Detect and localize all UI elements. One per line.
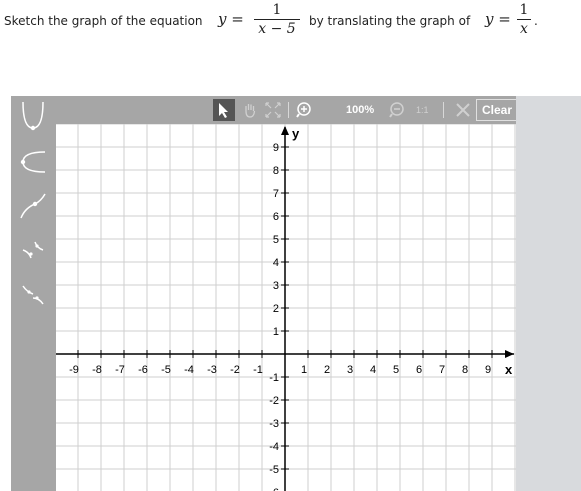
x-tick-label: 2 <box>324 364 330 376</box>
y-tick-label: -6 <box>269 487 279 491</box>
x-axis-label: x <box>505 362 513 377</box>
pan-tool-button[interactable] <box>240 99 260 121</box>
left-tool-palette <box>11 96 56 491</box>
question-text-middle: by translating the graph of <box>309 14 471 28</box>
x-tick-label: -6 <box>138 364 148 376</box>
zoom-level: 100% <box>346 104 375 116</box>
square-root-tool-icon <box>20 193 46 219</box>
y-tick-label: -3 <box>269 418 279 430</box>
clear-button[interactable]: Clear <box>476 99 519 121</box>
zoom-out-icon <box>389 102 404 118</box>
x-tick-label: -3 <box>207 364 217 376</box>
zoom-out-button[interactable] <box>388 99 408 121</box>
x-tick-label: -5 <box>161 364 171 376</box>
fit-arrows-icon <box>265 102 281 118</box>
hyperbola-tool[interactable] <box>15 232 51 268</box>
y-tick-label: 2 <box>273 303 279 315</box>
equation-numerator: 1 <box>272 2 282 18</box>
hyperbola-alt-tool-icon <box>22 285 44 305</box>
parent-numerator: 1 <box>519 2 529 18</box>
arrow-pointer-icon <box>219 103 228 118</box>
x-tick-label: 6 <box>416 364 422 376</box>
y-tick-label: 7 <box>273 188 279 200</box>
coordinate-plane[interactable]: x y -9 -8 -7 -6 -5 -4 -3 -2 -1 1 2 3 4 5 6 7 8 9 9 8 7 6 5 4 3 2 1 -1… <box>56 124 516 491</box>
delete-button[interactable] <box>453 99 473 121</box>
y-axis-label: y <box>292 126 300 141</box>
y-tick-label: -4 <box>269 441 279 453</box>
parent-denominator: x <box>520 21 528 37</box>
x-tick-label: -1 <box>253 364 263 376</box>
parabola-up-tool[interactable] <box>15 98 51 134</box>
x-delete-icon <box>456 103 470 117</box>
toolbar-separator <box>288 102 289 118</box>
y-tick-label: 9 <box>273 142 279 154</box>
y-tick-label: 4 <box>273 257 279 269</box>
equation-lhs: y = <box>218 10 244 28</box>
y-tick-label: 8 <box>273 165 279 177</box>
x-tick-label: -7 <box>115 364 125 376</box>
x-tick-label: 8 <box>462 364 468 376</box>
x-tick-label: -2 <box>230 364 240 376</box>
y-tick-label: 5 <box>273 234 279 246</box>
y-tick-label: -5 <box>269 464 279 476</box>
parabola-up-tool-icon <box>22 101 44 131</box>
x-tick-label: 7 <box>439 364 445 376</box>
parent-fraction: 1 x <box>517 2 531 37</box>
zoom-in-icon <box>296 102 311 118</box>
x-tick-label: -9 <box>69 364 79 376</box>
toolbar-separator <box>443 102 444 118</box>
equation-fraction: 1 x − 5 <box>254 2 300 37</box>
select-tool-button[interactable] <box>213 99 235 121</box>
top-toolbar: 100% 1:1 Clear <box>56 96 519 124</box>
hyperbola-tool-icon <box>22 241 44 259</box>
graphing-widget: 100% 1:1 Clear x y -9 -8 -7 -6 -5 -4 -3 -2 -1 1 2 3 4 5… <box>11 96 581 491</box>
equation-denominator: x − 5 <box>258 21 296 37</box>
x-tick-label: 1 <box>301 364 307 376</box>
parabola-sideways-tool-icon <box>20 151 46 173</box>
right-side-strip <box>516 96 581 491</box>
hand-icon <box>245 104 256 118</box>
fit-view-button[interactable] <box>263 99 283 121</box>
y-tick-label: 1 <box>273 326 279 338</box>
x-tick-label: 3 <box>347 364 353 376</box>
question-text-before: Sketch the graph of the equation <box>4 14 203 28</box>
question-prompt: Sketch the graph of the equation y = 1 x… <box>4 0 581 44</box>
y-tick-label: 6 <box>273 211 279 223</box>
parent-equation-lhs: y = <box>485 10 511 28</box>
y-tick-label: -2 <box>269 395 279 407</box>
x-tick-label: -8 <box>92 364 102 376</box>
y-tick-label: 3 <box>273 280 279 292</box>
x-tick-label: 5 <box>393 364 399 376</box>
x-tick-label: 4 <box>370 364 376 376</box>
trailing-period: . <box>534 14 538 28</box>
square-root-tool[interactable] <box>15 188 51 224</box>
reset-zoom-button[interactable]: 1:1 <box>416 99 429 121</box>
x-tick-label: 9 <box>485 364 491 376</box>
hyperbola-alt-tool[interactable] <box>15 276 51 312</box>
x-tick-label: -4 <box>184 364 194 376</box>
y-tick-label: -1 <box>269 372 279 384</box>
zoom-in-button[interactable] <box>295 99 315 121</box>
parabola-sideways-tool[interactable] <box>15 144 51 180</box>
